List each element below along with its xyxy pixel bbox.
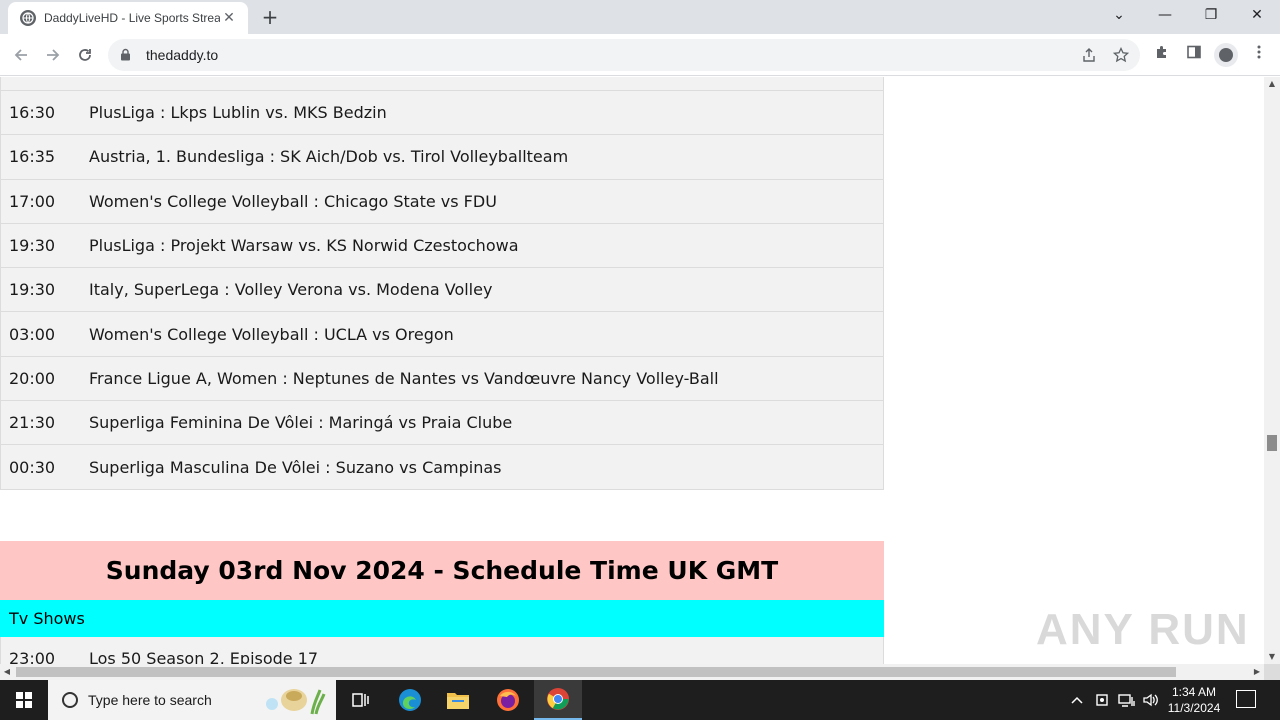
- close-window-button[interactable]: ✕: [1234, 0, 1280, 30]
- event-time: 21:30: [9, 413, 56, 433]
- network-icon[interactable]: [1118, 680, 1136, 720]
- scroll-left-arrow-icon[interactable]: ◀: [0, 664, 14, 680]
- scroll-corner: [1264, 664, 1280, 680]
- scroll-down-arrow-icon[interactable]: ▼: [1264, 650, 1280, 664]
- schedule-row[interactable]: 20:00 France Ligue A, Women : Neptunes d…: [0, 356, 884, 402]
- event-time: 23:00: [9, 649, 56, 664]
- scroll-right-arrow-icon[interactable]: ▶: [1250, 664, 1264, 680]
- back-button[interactable]: [8, 42, 34, 68]
- event-title[interactable]: PlusLiga : Lkps Lublin vs. MKS Bedzin: [89, 103, 883, 122]
- schedule-row[interactable]: 16:35 Austria, 1. Bundesliga : SK Aich/D…: [0, 135, 884, 180]
- browser-toolbar: thedaddy.to: [0, 34, 1280, 76]
- search-highlight-illustration: [266, 689, 326, 715]
- clock-time: 1:34 AM: [1171, 685, 1217, 699]
- partial-row: [0, 77, 884, 91]
- volume-icon[interactable]: [1142, 680, 1160, 720]
- schedule-row[interactable]: 03:00 Women's College Volleyball : UCLA …: [0, 312, 884, 357]
- profile-avatar[interactable]: [1214, 43, 1238, 67]
- horizontal-scroll-thumb[interactable]: [16, 667, 1176, 677]
- tab-search-icon[interactable]: ⌄: [1096, 0, 1142, 30]
- reload-button[interactable]: [72, 42, 98, 68]
- share-icon[interactable]: [1078, 47, 1100, 69]
- event-title[interactable]: Austria, 1. Bundesliga : SK Aich/Dob vs.…: [89, 147, 883, 166]
- event-time: 20:00: [9, 368, 56, 388]
- lock-icon: [120, 48, 132, 62]
- event-time: 16:30: [9, 103, 56, 123]
- minimize-button[interactable]: —: [1142, 0, 1188, 30]
- file-explorer-icon[interactable]: [434, 680, 482, 720]
- event-title[interactable]: Superliga Masculina De Vôlei : Suzano vs…: [89, 458, 883, 477]
- anyrun-watermark: ANY RUN: [1036, 605, 1250, 654]
- schedule-row[interactable]: 00:30 Superliga Masculina De Vôlei : Suz…: [0, 445, 884, 490]
- event-time: 17:00: [9, 191, 56, 211]
- event-title[interactable]: PlusLiga : Projekt Warsaw vs. KS Norwid …: [89, 236, 883, 255]
- schedule-row[interactable]: 23:00 Los 50 Season 2, Episode 17: [0, 637, 884, 664]
- scroll-up-arrow-icon[interactable]: ▲: [1264, 77, 1280, 91]
- event-time: 00:30: [9, 457, 56, 477]
- schedule-row[interactable]: 19:30 Italy, SuperLega : Volley Verona v…: [0, 268, 884, 313]
- search-placeholder: Type here to search: [88, 692, 212, 708]
- event-title[interactable]: Los 50 Season 2, Episode 17: [89, 649, 883, 664]
- tab-strip: DaddyLiveHD - Live Sports Strea ✕ + ⌄ — …: [0, 0, 1280, 34]
- schedule-row[interactable]: 16:30 PlusLiga : Lkps Lublin vs. MKS Bed…: [0, 91, 884, 136]
- start-button[interactable]: [0, 680, 48, 720]
- url-text: thedaddy.to: [146, 47, 219, 63]
- menu-kebab-icon[interactable]: [1248, 44, 1270, 66]
- schedule-row[interactable]: 17:00 Women's College Volleyball : Chica…: [0, 179, 884, 224]
- taskbar-search-box[interactable]: Type here to search: [48, 680, 336, 720]
- event-title[interactable]: Women's College Volleyball : Chicago Sta…: [89, 192, 883, 211]
- page-viewport: 16:30 PlusLiga : Lkps Lublin vs. MKS Bed…: [0, 77, 1264, 664]
- firefox-icon[interactable]: [484, 680, 532, 720]
- schedule-row[interactable]: 19:30 PlusLiga : Projekt Warsaw vs. KS N…: [0, 223, 884, 269]
- tab-title: DaddyLiveHD - Live Sports Strea: [44, 11, 220, 25]
- event-title[interactable]: Women's College Volleyball : UCLA vs Ore…: [89, 325, 883, 344]
- event-title[interactable]: Superliga Feminina De Vôlei : Maringá vs…: [89, 413, 883, 432]
- schedule-table: 16:30 PlusLiga : Lkps Lublin vs. MKS Bed…: [0, 77, 884, 490]
- bookmark-star-icon[interactable]: [1110, 46, 1132, 69]
- event-time: 16:35: [9, 147, 56, 167]
- security-shield-icon[interactable]: [1094, 680, 1110, 720]
- tab-close-icon[interactable]: ✕: [220, 9, 238, 27]
- schedule-row[interactable]: 21:30 Superliga Feminina De Vôlei : Mari…: [0, 401, 884, 446]
- event-time: 19:30: [9, 236, 56, 256]
- event-title[interactable]: France Ligue A, Women : Neptunes de Nant…: [89, 369, 883, 388]
- edge-browser-icon[interactable]: [386, 680, 434, 720]
- vertical-scroll-thumb[interactable]: [1267, 435, 1277, 451]
- side-panel-icon[interactable]: [1183, 44, 1205, 66]
- event-title[interactable]: Italy, SuperLega : Volley Verona vs. Mod…: [89, 280, 883, 299]
- show-hidden-icons-chevron-icon[interactable]: [1070, 680, 1084, 720]
- windows-taskbar: Type here to search 1:34 AM 11/3/2024: [0, 680, 1280, 720]
- windows-logo-icon: [16, 692, 32, 708]
- system-clock[interactable]: 1:34 AM 11/3/2024: [1162, 684, 1226, 716]
- restore-button[interactable]: ❐: [1188, 0, 1234, 30]
- notification-center-icon[interactable]: [1236, 690, 1256, 708]
- event-time: 19:30: [9, 280, 56, 300]
- browser-tab[interactable]: DaddyLiveHD - Live Sports Strea ✕: [8, 2, 248, 34]
- search-icon: [62, 692, 78, 708]
- address-bar[interactable]: thedaddy.to: [108, 39, 1140, 71]
- clock-date: 11/3/2024: [1167, 701, 1221, 715]
- forward-button[interactable]: [40, 42, 66, 68]
- horizontal-scrollbar[interactable]: ◀ ▶: [0, 664, 1264, 680]
- day-heading: Sunday 03rd Nov 2024 - Schedule Time UK …: [0, 541, 884, 600]
- vertical-scrollbar[interactable]: ▲ ▼: [1264, 77, 1280, 664]
- globe-icon: [20, 10, 36, 26]
- category-heading[interactable]: Tv Shows: [0, 600, 884, 637]
- task-view-icon[interactable]: [336, 680, 384, 720]
- event-time: 03:00: [9, 324, 56, 344]
- chrome-icon[interactable]: [534, 680, 582, 720]
- extensions-puzzle-icon[interactable]: [1151, 44, 1173, 66]
- new-tab-button[interactable]: +: [258, 6, 282, 30]
